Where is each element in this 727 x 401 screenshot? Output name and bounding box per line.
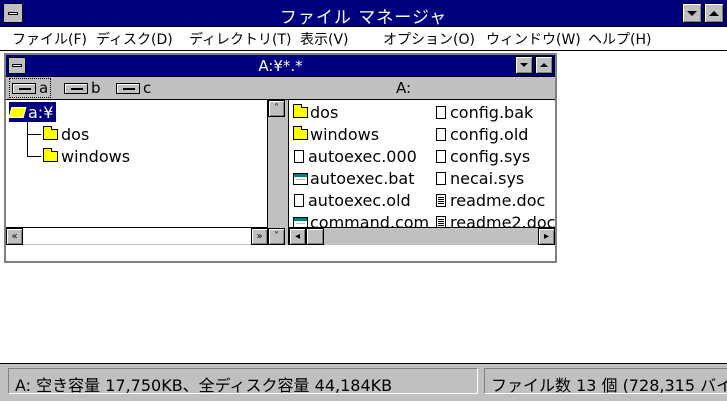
directory-window-title: A:¥*.* <box>258 57 303 75</box>
tree-root-item[interactable]: a:¥ <box>8 102 57 122</box>
scroll-up-button[interactable]: ˄ <box>268 100 285 117</box>
file-item[interactable]: config.bak <box>436 102 533 123</box>
file-name: autoexec.bat <box>310 169 415 188</box>
tree-connector <box>27 156 41 157</box>
file-item[interactable]: windows <box>293 124 379 145</box>
status-disk-space: A: 空き容量 17,750KB、全ディスク容量 44,184KB <box>8 368 478 394</box>
tree-connector <box>27 122 28 157</box>
scroll-track[interactable] <box>23 228 251 244</box>
tree-item-windows[interactable]: windows <box>43 146 130 166</box>
title-bar: ファイル マネージャ <box>0 0 727 28</box>
scroll-left-button[interactable]: « <box>6 228 23 245</box>
scroll-right-button[interactable]: » <box>251 228 268 245</box>
file-item[interactable]: autoexec.old <box>294 190 411 211</box>
tree-connector <box>27 134 41 135</box>
folder-icon <box>43 125 58 140</box>
file-name: config.old <box>450 125 529 144</box>
file-name: config.bak <box>450 103 534 122</box>
drive-a[interactable]: a <box>8 78 52 98</box>
floppy-drive-icon <box>12 82 36 94</box>
menu-help[interactable]: ヘルプ(H) <box>588 29 651 49</box>
drive-letter: b <box>91 79 101 97</box>
chevron-up-icon <box>709 10 719 16</box>
tree-item-dos[interactable]: dos <box>43 124 89 144</box>
folder-icon <box>43 147 58 162</box>
scroll-thumb[interactable] <box>306 228 324 245</box>
chevron-up-icon <box>540 63 548 67</box>
floppy-drive-icon <box>64 82 88 94</box>
status-file-count: ファイル数 13 個 (728,315 バイ <box>484 368 727 394</box>
file-item[interactable]: autoexec.000 <box>294 146 417 167</box>
tree-horizontal-scrollbar[interactable]: « » <box>6 227 268 245</box>
chevron-down-icon <box>520 63 528 67</box>
menu-window[interactable]: ウィンドウ(W) <box>486 29 581 49</box>
menu-file[interactable]: ファイル(F) <box>12 29 87 49</box>
menu-disk[interactable]: ディスク(D) <box>96 29 173 49</box>
directory-tree-pane: a:¥ dos windows ˄ ˅ « » <box>6 100 285 245</box>
minimize-button[interactable] <box>682 3 702 23</box>
directory-window-title-bar: A:¥*.* <box>6 55 555 77</box>
status-bar: A: 空き容量 17,750KB、全ディスク容量 44,184KB ファイル数 … <box>0 363 727 401</box>
file-item[interactable]: config.sys <box>436 146 530 167</box>
hard-drive-icon <box>116 82 140 94</box>
file-icon <box>436 172 446 185</box>
tree-item-label: windows <box>61 146 131 166</box>
file-icon <box>436 150 446 163</box>
directory-window: A:¥*.* a b c A: a:¥ dos windows ˄ ˅ « » … <box>4 53 557 263</box>
file-name: config.sys <box>450 147 531 166</box>
drive-letter: c <box>143 79 152 97</box>
file-name: necai.sys <box>450 169 525 188</box>
open-folder-icon <box>8 106 27 118</box>
file-icon <box>294 194 304 207</box>
maximize-button[interactable] <box>704 3 724 23</box>
program-icon <box>293 172 308 185</box>
tree-root-label: a:¥ <box>28 102 54 122</box>
menu-view[interactable]: 表示(V) <box>300 29 349 49</box>
file-name: windows <box>310 125 380 144</box>
folder-icon <box>293 126 308 140</box>
current-drive-label: A: <box>396 79 412 97</box>
file-item[interactable]: dos <box>293 102 338 123</box>
file-item[interactable]: necai.sys <box>436 168 524 189</box>
scroll-down-button[interactable]: ˅ <box>268 228 285 245</box>
file-name: readme.doc <box>450 191 546 210</box>
scroll-left-button[interactable]: ◂ <box>289 228 306 245</box>
window-title: ファイル マネージャ <box>279 8 448 28</box>
child-minimize-button[interactable] <box>515 56 533 74</box>
file-icon <box>294 150 304 163</box>
scroll-right-button[interactable]: ▸ <box>538 228 555 245</box>
file-item[interactable]: autoexec.bat <box>293 168 415 189</box>
tree-item-label: dos <box>61 124 90 144</box>
drive-bar: a b c A: <box>6 77 555 100</box>
file-name: autoexec.000 <box>308 147 417 166</box>
document-icon <box>436 194 446 207</box>
drive-c[interactable]: c <box>114 79 153 97</box>
menu-directory[interactable]: ディレクトリ(T) <box>189 29 292 49</box>
menu-options[interactable]: オプション(O) <box>383 29 475 49</box>
child-maximize-button[interactable] <box>535 56 553 74</box>
scroll-track[interactable] <box>324 228 538 244</box>
tree-vertical-scrollbar[interactable]: ˄ ˅ <box>267 100 285 245</box>
file-icon <box>436 128 446 141</box>
folder-icon <box>293 104 308 118</box>
drive-letter: a <box>39 79 49 97</box>
file-list-pane: dos windows autoexec.000 autoexec.bat au… <box>289 100 555 245</box>
chevron-down-icon <box>687 10 697 16</box>
menu-bar: ファイル(F) ディスク(D) ディレクトリ(T) 表示(V) オプション(O)… <box>0 27 727 51</box>
file-item[interactable]: config.old <box>436 124 528 145</box>
file-name: dos <box>310 103 339 122</box>
drive-b[interactable]: b <box>62 79 103 97</box>
file-item[interactable]: readme.doc <box>436 190 545 211</box>
file-horizontal-scrollbar[interactable]: ◂ ▸ <box>289 227 555 245</box>
file-icon <box>436 106 446 119</box>
file-name: autoexec.old <box>308 191 411 210</box>
